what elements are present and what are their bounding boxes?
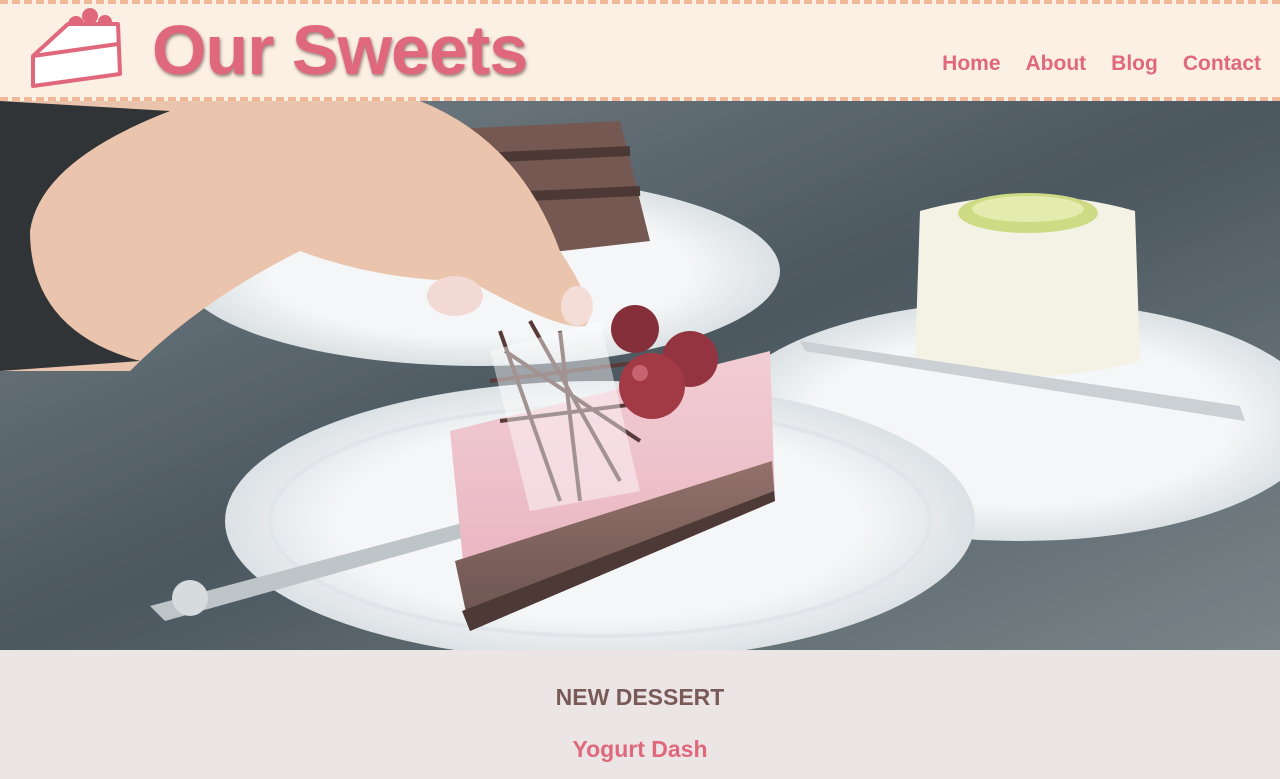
- hero-image: [0, 101, 1280, 650]
- header-dashed-border-top: [0, 0, 1280, 4]
- nav-about-link[interactable]: About: [1026, 50, 1087, 78]
- nav-contact-link[interactable]: Contact: [1183, 50, 1261, 78]
- cake-slice-icon[interactable]: [28, 4, 126, 90]
- main-nav: Home About Blog Contact: [942, 50, 1261, 78]
- nav-blog-link[interactable]: Blog: [1111, 50, 1158, 78]
- dessert-title[interactable]: Yogurt Dash: [0, 735, 1280, 763]
- new-dessert-section: NEW DESSERT Yogurt Dash: [0, 650, 1280, 779]
- section-kicker: NEW DESSERT: [555, 684, 725, 710]
- brand-title[interactable]: Our Sweets: [152, 10, 528, 90]
- nav-home-link[interactable]: Home: [942, 50, 1000, 78]
- site-header: Our Sweets Home About Blog Contact: [0, 0, 1280, 101]
